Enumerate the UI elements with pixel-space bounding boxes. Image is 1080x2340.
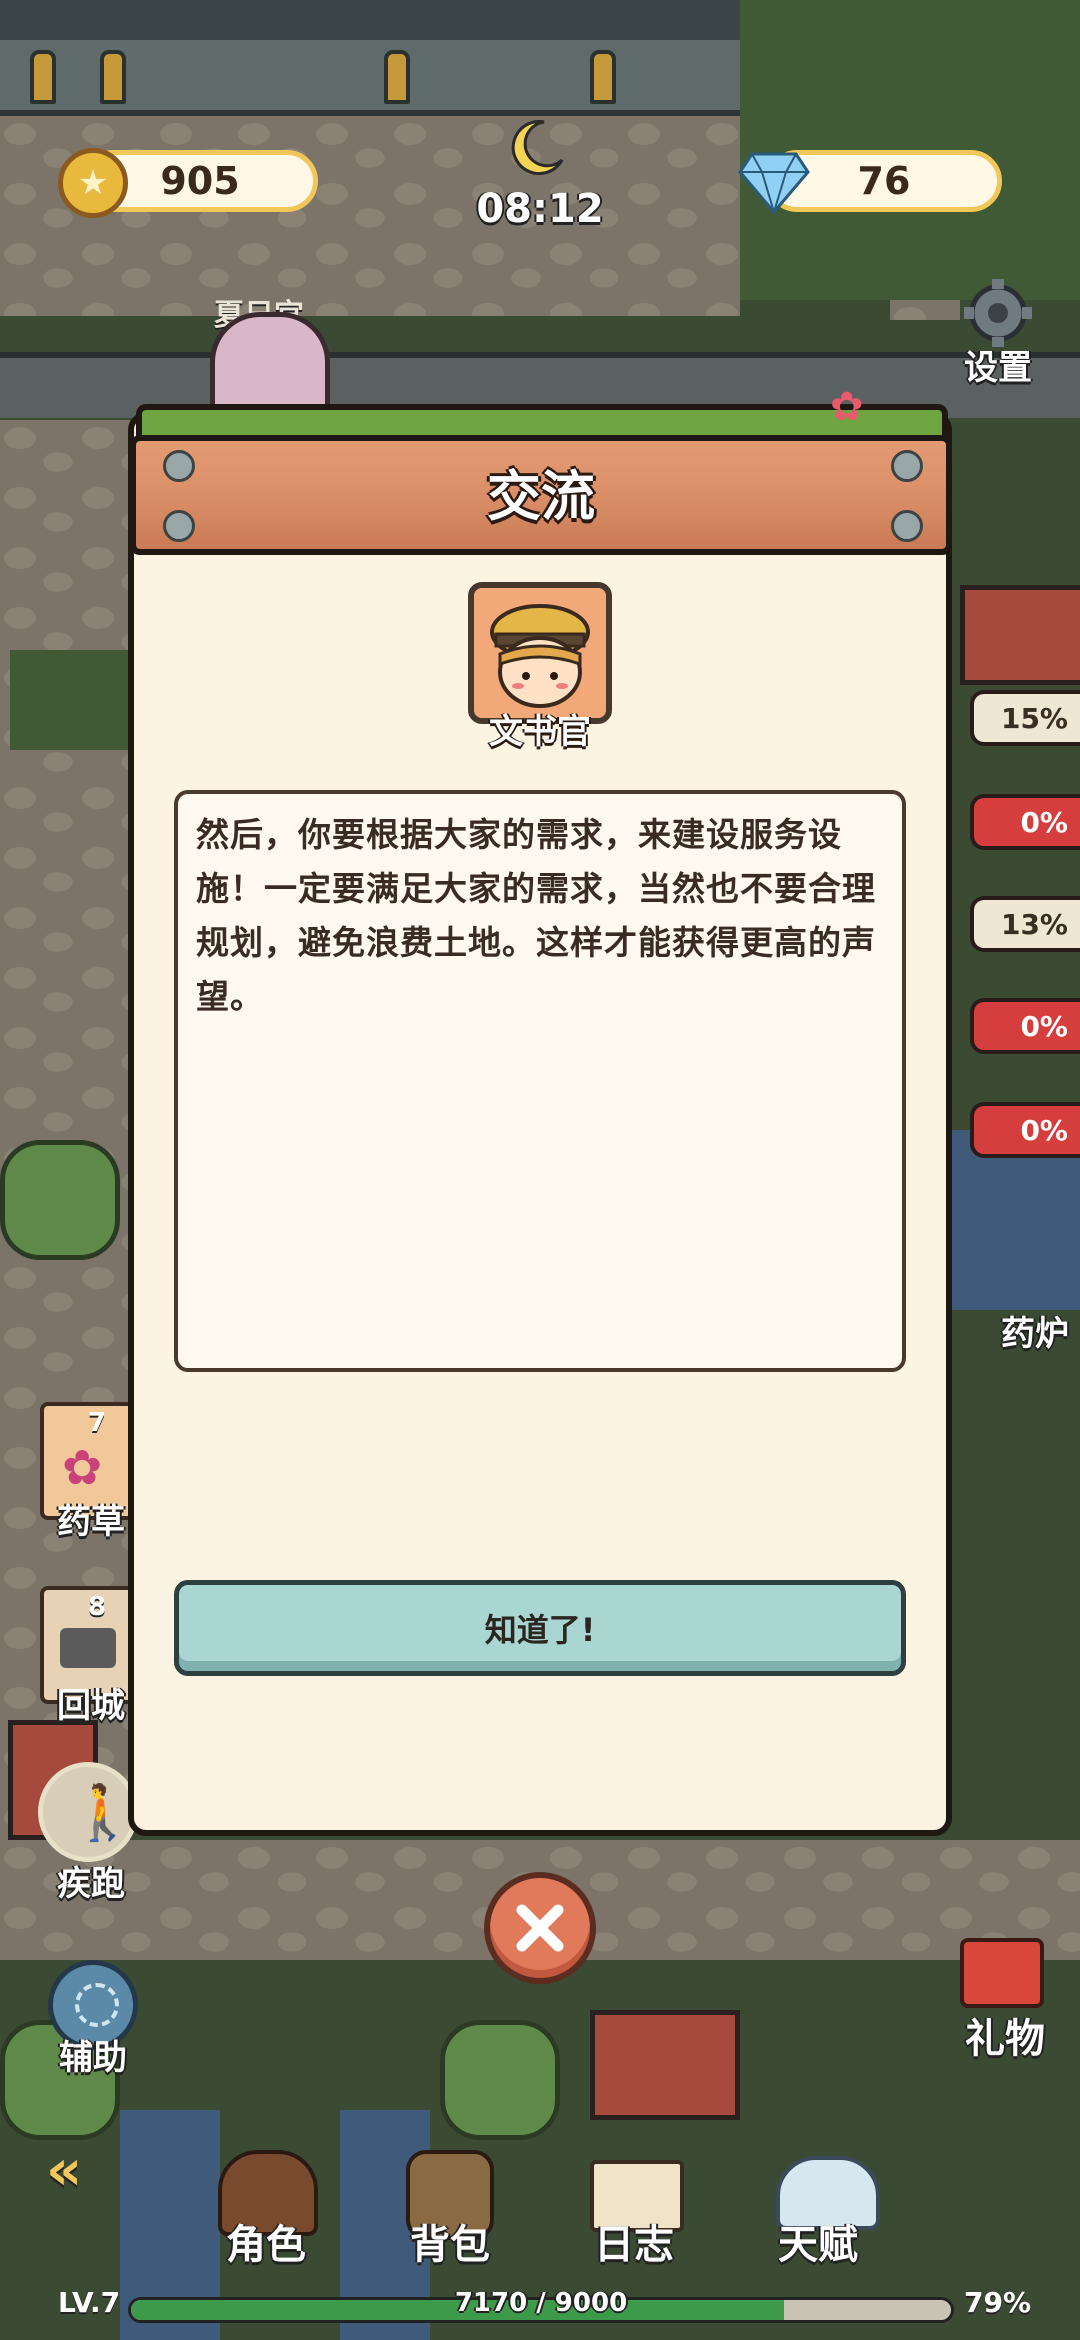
compass-icon — [75, 1983, 119, 2027]
dialog-message: 然后，你要根据大家的需求，来建设服务设施！一定要满足大家的需求，当然也不要合理规… — [196, 815, 876, 1016]
nav-talent[interactable]: 天赋 — [748, 2212, 888, 2270]
return-count: 8 — [88, 1592, 107, 1622]
settings-label[interactable]: 设置 — [948, 340, 1048, 389]
tree — [0, 1140, 120, 1260]
stat-tag[interactable]: 0% — [970, 998, 1080, 1054]
dialog-message-box: 然后，你要根据大家的需求，来建设服务设施！一定要满足大家的需求，当然也不要合理规… — [174, 790, 906, 1372]
house — [960, 585, 1080, 685]
close-icon — [516, 1904, 564, 1952]
sprint-label: 疾跑 — [57, 1864, 125, 1904]
return-label: 回城 — [57, 1686, 125, 1726]
flower-icon: ✿ — [62, 1440, 103, 1496]
nav-character[interactable]: 角色 — [196, 2212, 336, 2270]
npc-portrait — [468, 582, 612, 724]
assist-label: 辅助 — [59, 2038, 127, 2078]
house — [590, 2010, 740, 2120]
herb-count: 7 — [88, 1408, 107, 1438]
stat-tag[interactable]: 0% — [970, 1102, 1080, 1158]
nav-journal[interactable]: 日志 — [564, 2212, 704, 2270]
scroll-icon — [60, 1628, 116, 1668]
stat-tag[interactable]: 15% — [970, 690, 1080, 746]
collapse-arrows-icon[interactable]: « — [46, 2138, 82, 2203]
moon-icon — [511, 120, 564, 175]
diamond-icon — [738, 152, 810, 214]
stat-tag[interactable]: 13% — [970, 896, 1080, 952]
tree — [440, 2020, 560, 2140]
scribe-avatar-icon — [474, 588, 606, 718]
sprint-button[interactable]: 🚶 — [38, 1762, 138, 1862]
nav-backpack[interactable]: 背包 — [380, 2212, 520, 2270]
xp-text: 7170 / 9000 — [454, 2288, 628, 2318]
stat-tag[interactable]: 0% — [970, 794, 1080, 850]
close-button[interactable] — [484, 1872, 596, 1984]
npc-name: 文书官 — [489, 712, 591, 752]
confirm-button[interactable]: 知道了! — [174, 1580, 906, 1676]
herb-label: 药草 — [57, 1502, 125, 1542]
runner-icon: 🚶 — [69, 1781, 137, 1844]
xp-percent: 79% — [964, 2286, 1032, 2319]
player-level: LV.7 — [58, 2286, 121, 2319]
dialog-title: 交流 — [487, 465, 595, 528]
dialog-grass-trim — [136, 404, 948, 436]
plaza-cobble — [0, 116, 740, 316]
coin-icon: ★ — [58, 148, 128, 218]
gift-label[interactable]: 礼物 — [950, 2006, 1060, 2064]
furnace-label[interactable]: 药炉 — [990, 1306, 1080, 1355]
flower-icon: ✿ — [830, 384, 864, 430]
gift-icon[interactable] — [960, 1938, 1044, 2008]
game-clock: 08:12 — [476, 186, 604, 232]
